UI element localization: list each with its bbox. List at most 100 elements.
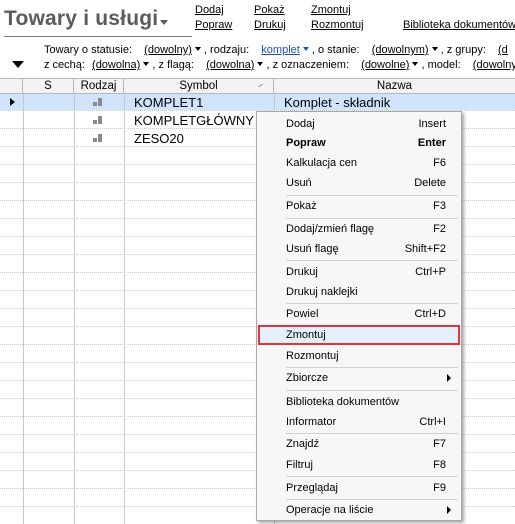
header-status[interactable]: S [23, 79, 74, 94]
state-filter-dropdown[interactable]: (dowolnym) [372, 44, 438, 56]
row-symbol: ZESO20 [134, 131, 184, 146]
menu-item-show[interactable]: Pokaż F3 [257, 197, 461, 215]
header-symbol-label: Symbol [179, 80, 218, 92]
menu-separator [286, 433, 458, 434]
menu-item-label: Informator [286, 416, 337, 428]
menu-item-bulk[interactable]: Zbiorcze [257, 369, 461, 387]
mark-filter-dropdown[interactable]: (dowolne) [361, 59, 419, 71]
menu-separator [286, 218, 458, 219]
menu-item-duplicate[interactable]: Powiel Ctrl+D [257, 305, 461, 323]
state-filter-label: , o stanie: [311, 44, 360, 56]
menu-item-label: Drukuj [286, 266, 318, 278]
menu-item-shortcut: F2 [433, 223, 446, 235]
menu-item-shortcut: Ctrl+P [415, 266, 446, 278]
menu-item-browse[interactable]: Przeglądaj F9 [257, 479, 461, 497]
menu-item-label: Kalkulacja cen [286, 157, 357, 169]
menu-item-label: Operacje na liście [286, 504, 374, 516]
set-icon [93, 98, 103, 106]
header-link-documents-library[interactable]: Biblioteka dokumentów [403, 19, 515, 31]
set-icon [93, 134, 103, 142]
menu-item-label: Drukuj naklejki [286, 286, 358, 298]
status-filter-value: (dowolny) [144, 44, 192, 56]
menu-item-filter[interactable]: Filtruj F8 [257, 456, 461, 474]
header-link-assemble[interactable]: Zmontuj [311, 4, 351, 16]
flag-filter-dropdown[interactable]: (dowolna) [206, 59, 264, 71]
filter-row-1: Towary o statusie: (dowolny) , rodzaju: … [44, 44, 508, 56]
menu-item-disassemble[interactable]: Rozmontuj [257, 347, 461, 365]
row-symbol: KOMPLETGŁÓWNY [134, 113, 254, 128]
menu-item-label: Dodaj [286, 118, 315, 130]
menu-item-list-operations[interactable]: Operacje na liście [257, 501, 461, 519]
filter-menu-icon[interactable] [12, 61, 24, 68]
menu-item-label: Usuń [286, 177, 312, 189]
group-filter-label: , z grupy: [440, 44, 486, 56]
menu-item-informator[interactable]: Informator Ctrl+I [257, 413, 461, 431]
menu-item-delete[interactable]: Usuń Delete [257, 174, 461, 192]
sort-indicator-icon [258, 83, 263, 88]
row-symbol: KOMPLET1 [134, 95, 204, 110]
chevron-down-icon [160, 20, 169, 25]
menu-item-shortcut: Enter [417, 137, 446, 149]
menu-item-label: Dodaj/zmień flagę [286, 223, 375, 235]
header-kind[interactable]: Rodzaj [74, 79, 124, 94]
header-symbol[interactable]: Symbol [124, 79, 274, 94]
flag-filter-label: , z flagą: [152, 59, 194, 71]
header-link-edit[interactable]: Popraw [195, 19, 232, 31]
menu-item-remove-flag[interactable]: Usuń flagę Shift+F2 [257, 240, 461, 258]
menu-item-shortcut: Ctrl+D [414, 308, 446, 320]
status-filter-label: Towary o statusie: [44, 44, 133, 56]
menu-item-find[interactable]: Znajdź F7 [257, 435, 461, 453]
menu-item-label: Przeglądaj [286, 482, 338, 494]
menu-item-print-labels[interactable]: Drukuj naklejki [257, 283, 461, 301]
menu-item-shortcut: F9 [433, 482, 446, 494]
mark-filter-value: (dowolne) [361, 59, 410, 71]
menu-item-price-calc[interactable]: Kalkulacja cen F6 [257, 154, 461, 172]
filter-bar: Towary o statusie: (dowolny) , rodzaju: … [0, 42, 515, 76]
menu-item-shortcut: F8 [433, 459, 446, 471]
column-divider [74, 94, 75, 524]
menu-item-label: Biblioteka dokumentów [286, 396, 400, 408]
menu-item-documents-library[interactable]: Biblioteka dokumentów [257, 393, 461, 411]
feature-filter-value: (dowolna) [92, 59, 141, 71]
menu-item-shortcut: Ctrl+I [419, 416, 446, 428]
feature-filter-label: z cechą: [44, 59, 85, 71]
menu-item-label: Pokaż [286, 200, 317, 212]
kind-filter-value: komplet [261, 44, 300, 56]
context-menu: Dodaj Insert Popraw Enter Kalkulacja cen F6… [256, 111, 462, 521]
set-icon [93, 116, 103, 124]
state-filter-value: (dowolnym) [371, 44, 429, 56]
menu-item-label: Filtruj [286, 459, 313, 471]
header-link-print[interactable]: Drukuj [254, 19, 286, 31]
menu-item-print[interactable]: Drukuj Ctrl+P [257, 263, 461, 281]
highlight-frame [258, 325, 460, 345]
header-link-add[interactable]: Dodaj [195, 4, 224, 16]
header-name[interactable]: Nazwa [274, 79, 515, 94]
status-filter-dropdown[interactable]: (dowolny) [144, 44, 201, 56]
column-divider [23, 94, 24, 524]
kind-filter-dropdown[interactable]: komplet [261, 44, 309, 56]
menu-item-label: Rozmontuj [286, 350, 339, 362]
header-link-show[interactable]: Pokaż [254, 4, 285, 16]
menu-item-label: Znajdź [286, 438, 320, 450]
title-underline [4, 36, 192, 37]
model-filter-label: , model: [421, 59, 461, 71]
menu-item-set-flag[interactable]: Dodaj/zmień flagę F2 [257, 220, 461, 238]
header-link-disassemble[interactable]: Rozmontuj [311, 19, 364, 31]
mark-filter-label: , z oznaczeniem: [266, 59, 350, 71]
menu-item-add[interactable]: Dodaj Insert [257, 115, 461, 133]
menu-item-shortcut: F6 [433, 157, 446, 169]
menu-separator [286, 303, 458, 304]
menu-separator [286, 476, 458, 477]
feature-filter-dropdown[interactable]: (dowolna) [92, 59, 150, 71]
flag-filter-value: (dowolna) [206, 59, 255, 71]
table-row[interactable]: KOMPLET1 Komplet - składnik [0, 94, 515, 110]
menu-separator [286, 499, 458, 500]
page-title-text: Towary i usługi [4, 7, 159, 30]
submenu-arrow-icon [447, 506, 451, 514]
model-filter-dropdown[interactable]: (dowolny) [473, 59, 515, 71]
grid-header: S Rodzaj Symbol Nazwa [0, 79, 515, 94]
submenu-arrow-icon [447, 374, 451, 382]
group-filter-dropdown[interactable]: (d [498, 44, 508, 56]
menu-item-edit[interactable]: Popraw Enter [257, 134, 461, 152]
page-title[interactable]: Towary i usługi [4, 7, 169, 31]
